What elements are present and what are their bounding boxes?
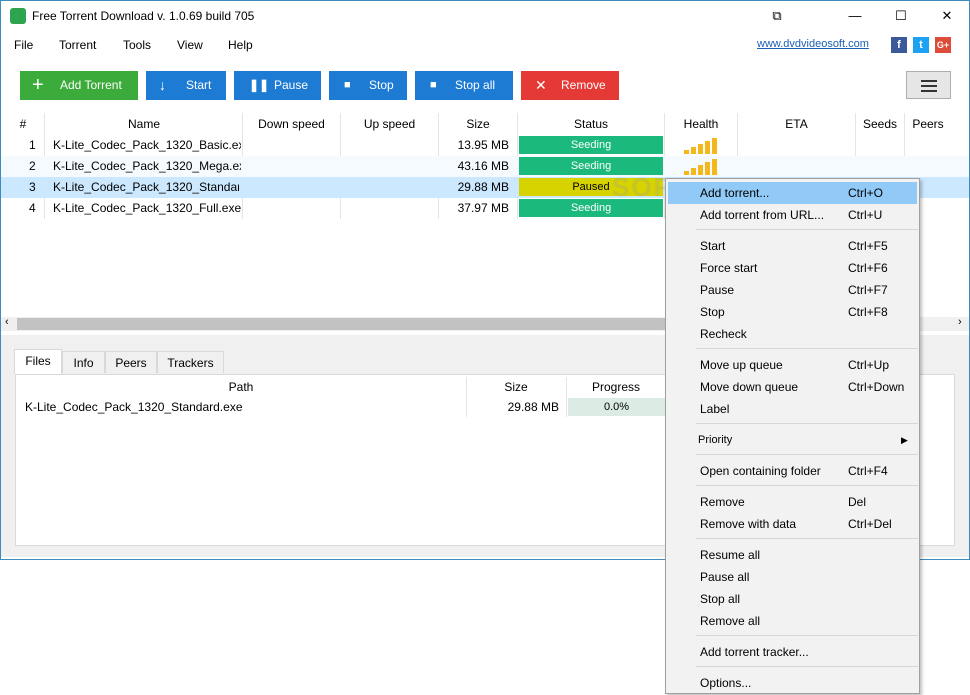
context-menu: Add torrent... Ctrl+O Add torrent from UR… [665,178,920,694]
ctx-priority[interactable]: Priority ▶ [666,429,919,451]
stop-square-icon: ■ [344,79,351,91]
files-col-progress[interactable]: Progress [567,377,665,397]
ctx-label[interactable]: Label [666,398,919,420]
facebook-icon[interactable]: f [891,37,907,53]
ctx-add-torrent[interactable]: Add torrent... Ctrl+O [668,182,917,204]
stop-all-button[interactable]: ■ Stop all [415,71,513,100]
submenu-arrow-icon: ▶ [901,435,908,445]
col-header-size[interactable]: Size [439,113,517,135]
stop-square-icon: ■ [430,79,437,91]
ctx-remove-with-data[interactable]: Remove with data Ctrl+Del [666,513,919,535]
website-link[interactable]: www.dvdvideosoft.com [757,38,869,50]
x-icon: ✕ [535,77,547,93]
ctx-force-start[interactable]: Force start Ctrl+F6 [666,257,919,279]
ctx-resume-all[interactable]: Resume all [666,544,919,566]
ctx-remove[interactable]: Remove Del [666,491,919,513]
tab-trackers[interactable]: Trackers [157,351,224,373]
tab-info[interactable]: Info [62,351,105,373]
pause-icon: ❚❚ [249,78,270,92]
hamburger-menu-button[interactable] [906,71,951,99]
ctx-start[interactable]: Start Ctrl+F5 [666,235,919,257]
window-title: Free Torrent Download v. 1.0.69 build 70… [32,9,255,23]
tab-files[interactable]: Files [14,349,62,374]
torrent-row[interactable]: 1 K-Lite_Codec_Pack_1320_Basic.exe 13.95… [1,135,969,156]
title-bar: Free Torrent Download v. 1.0.69 build 70… [1,1,969,31]
minimize-button[interactable]: — [832,1,878,31]
col-header-down-speed[interactable]: Down speed [243,113,340,135]
file-progress-bar: 0.0% [568,398,665,416]
close-button[interactable]: ✕ [924,1,970,31]
menu-tools[interactable]: Tools [123,38,151,52]
col-header-seeds[interactable]: Seeds [856,113,904,135]
stop-button[interactable]: ■ Stop [329,71,407,100]
ctx-open-folder[interactable]: Open containing folder Ctrl+F4 [666,460,919,482]
ctx-add-tracker[interactable]: Add torrent tracker... [666,641,919,663]
google-plus-icon[interactable]: G+ [935,37,951,53]
ctx-stop-all[interactable]: Stop all [666,588,919,610]
down-arrow-icon: ↓ [159,77,166,93]
ctx-stop[interactable]: Stop Ctrl+F8 [666,301,919,323]
scrollbar-thumb[interactable] [17,318,667,330]
ctx-move-down-queue[interactable]: Move down queue Ctrl+Down [666,376,919,398]
menu-help[interactable]: Help [228,38,253,52]
plus-icon: + [32,74,44,96]
ctx-recheck[interactable]: Recheck [666,323,919,345]
ctx-options[interactable]: Options... [666,672,919,694]
pause-button[interactable]: ❚❚ Pause [234,71,321,100]
start-button[interactable]: ↓ Start [146,71,226,100]
ctx-pause[interactable]: Pause Ctrl+F7 [666,279,919,301]
col-header-peers[interactable]: Peers [905,113,951,135]
tab-peers[interactable]: Peers [105,351,157,373]
remove-button[interactable]: ✕ Remove [521,71,619,100]
ctx-remove-all[interactable]: Remove all [666,610,919,632]
add-torrent-button[interactable]: + Add Torrent [20,71,138,100]
col-header-health[interactable]: Health [665,113,737,135]
col-header-status[interactable]: Status [518,113,664,135]
ctx-move-up-queue[interactable]: Move up queue Ctrl+Up [666,354,919,376]
menu-view[interactable]: View [177,38,203,52]
files-col-size[interactable]: Size [467,377,565,397]
twitter-icon[interactable]: t [913,37,929,53]
menu-file[interactable]: File [14,38,33,52]
scroll-right-icon[interactable]: › [958,316,962,328]
health-bars-icon [684,137,718,154]
col-header-eta[interactable]: ETA [738,113,855,135]
torrent-row[interactable]: 2 K-Lite_Codec_Pack_1320_Mega.exe 43.16 … [1,156,969,177]
app-icon [10,8,26,24]
status-badge: Seeding [519,136,663,154]
ctx-add-torrent-url[interactable]: Add torrent from URL... Ctrl+U [666,204,919,226]
menu-torrent[interactable]: Torrent [59,38,96,52]
snap-icon[interactable]: ⧉ [754,1,800,31]
maximize-button[interactable]: ☐ [878,1,924,31]
col-header-num[interactable]: # [16,113,30,135]
ctx-pause-all[interactable]: Pause all [666,566,919,588]
col-header-name[interactable]: Name [45,113,243,135]
col-header-up-speed[interactable]: Up speed [341,113,438,135]
files-col-path[interactable]: Path [17,377,465,397]
scroll-left-icon[interactable]: ‹ [5,316,9,328]
